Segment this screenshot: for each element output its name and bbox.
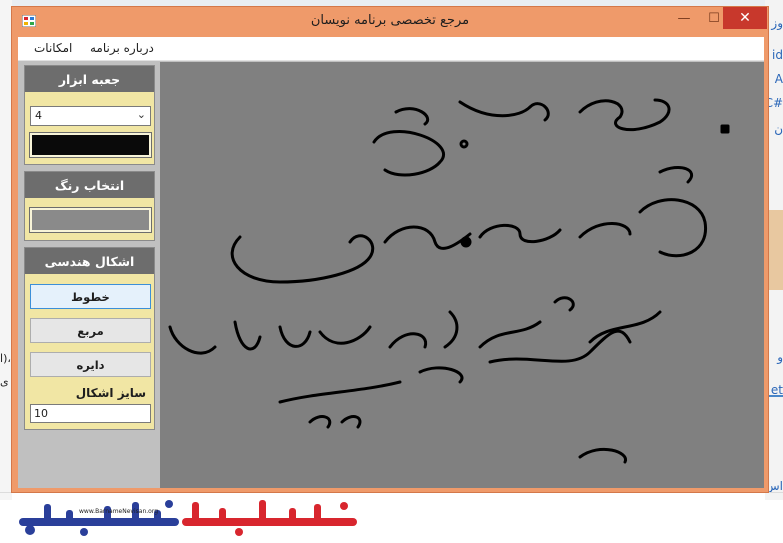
drawing-canvas[interactable] [160, 62, 764, 488]
background-divider [768, 395, 783, 397]
client-area: درباره برنامه امکانات جعبه ابزار 4 ⌄ انت… [18, 37, 764, 488]
site-logo: www.BarnameNevisan.org [19, 500, 357, 536]
app-window: مرجع تخصصی برنامه نویسان — ☐ ✕ درباره بر… [11, 6, 769, 493]
menu-item-features[interactable]: امکانات [34, 41, 72, 55]
minimize-button[interactable]: — [669, 7, 699, 29]
shape-size-input[interactable]: 10 [30, 404, 151, 423]
background-text-fragment: ا)، [0, 352, 11, 365]
svg-text:www.BarnameNevisan.org: www.BarnameNevisan.org [79, 508, 158, 515]
pen-size-value: 4 [35, 109, 42, 122]
shape-size-label: سایز اشکال [75, 386, 146, 400]
toolbox-panel: جعبه ابزار 4 ⌄ [24, 65, 155, 165]
close-button[interactable]: ✕ [723, 7, 767, 29]
square-button[interactable]: مربع [30, 318, 151, 343]
background-text-fragment: و [777, 350, 783, 364]
menu-bar: درباره برنامه امکانات [18, 37, 764, 61]
background-text-fragment: id [772, 48, 783, 62]
chevron-down-icon: ⌄ [136, 108, 146, 121]
background-text-fragment: وز [771, 16, 783, 30]
circle-button[interactable]: دایره [30, 352, 151, 377]
menu-item-about[interactable]: درباره برنامه [90, 41, 154, 55]
freehand-drawing [168, 98, 730, 464]
background-image-fragment [767, 210, 783, 290]
title-bar[interactable]: مرجع تخصصی برنامه نویسان — ☐ ✕ [12, 7, 768, 37]
lines-button[interactable]: خطوط [30, 284, 151, 309]
toolbox-header: جعبه ابزار [25, 66, 154, 92]
color-panel-header: انتخاب رنگ [25, 172, 154, 198]
pen-size-dropdown[interactable]: 4 ⌄ [30, 106, 151, 126]
window-title: مرجع تخصصی برنامه نویسان [310, 13, 470, 28]
pen-color-swatch[interactable] [29, 132, 152, 158]
background-text-fragment: ن [774, 122, 783, 136]
shapes-panel: اشکال هندسی خطوط مربع دایره سایز اشکال 1… [24, 247, 155, 430]
background-text-fragment: ی [0, 375, 9, 388]
shapes-panel-header: اشکال هندسی [25, 248, 154, 274]
background-text-fragment: A [774, 72, 783, 86]
color-picker-swatch[interactable] [29, 207, 152, 233]
color-panel: انتخاب رنگ [24, 171, 155, 241]
desktop: ا)، ی وز id A C# ن و et اس www.BarnameNe… [0, 0, 783, 543]
